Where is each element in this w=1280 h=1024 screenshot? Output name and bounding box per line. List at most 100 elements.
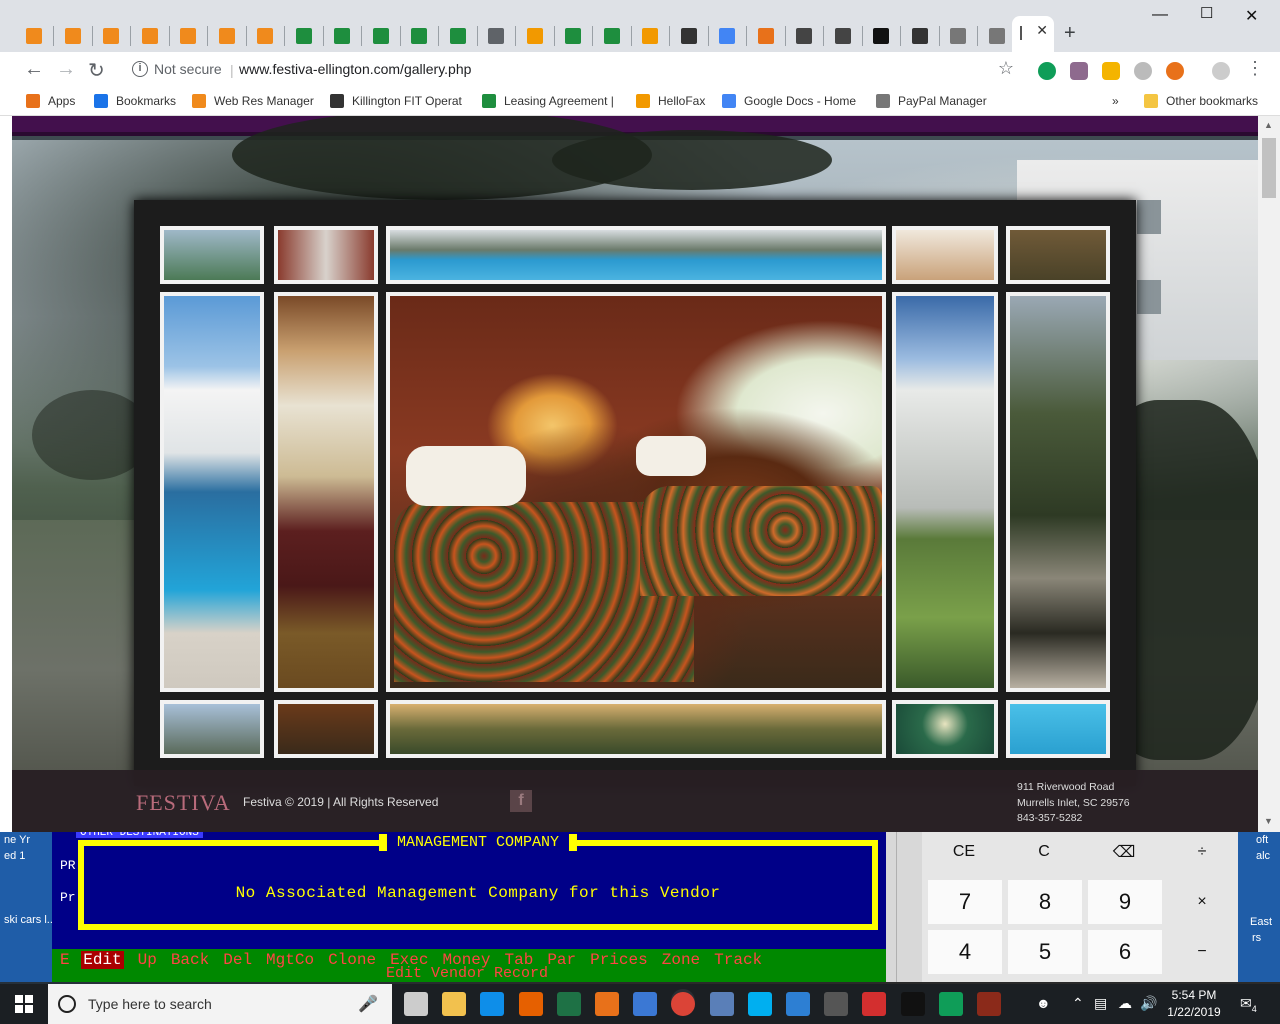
minimize-icon[interactable]: —: [1152, 6, 1168, 24]
browser-tab[interactable]: [940, 22, 976, 50]
browser-tab[interactable]: [286, 22, 322, 50]
terminal-menu-item[interactable]: Zone: [662, 951, 700, 969]
chevron-up-icon[interactable]: ⌃: [1072, 995, 1084, 1012]
bookmark-star-icon[interactable]: ☆: [998, 58, 1014, 79]
forward-icon[interactable]: →: [56, 58, 76, 81]
bookmark-item[interactable]: Bookmarks: [94, 94, 176, 108]
browser-tab[interactable]: [825, 22, 861, 50]
browser-tab[interactable]: [902, 22, 938, 50]
extension-icon[interactable]: [1166, 62, 1184, 80]
scroll-down-icon[interactable]: ▼: [1264, 816, 1273, 826]
gallery-thumbnail[interactable]: [274, 700, 378, 758]
browser-tab[interactable]: [748, 22, 784, 50]
terminal-menu-item[interactable]: Clone: [328, 951, 376, 969]
more-bookmarks[interactable]: »: [1112, 94, 1119, 108]
backspace-button[interactable]: ⌫: [1086, 830, 1162, 874]
browser-tab[interactable]: [671, 22, 707, 50]
multiply-button[interactable]: ×: [1166, 880, 1238, 924]
skype-icon[interactable]: [747, 992, 772, 1016]
app-icon[interactable]: [633, 992, 658, 1016]
gallery-thumbnail[interactable]: [160, 226, 264, 284]
start-button[interactable]: [0, 984, 48, 1024]
bookmark-item[interactable]: PayPal Manager: [876, 94, 987, 108]
gallery-thumbnail[interactable]: [160, 700, 264, 758]
other-bookmarks[interactable]: Other bookmarks: [1144, 94, 1258, 108]
new-tab-button[interactable]: +: [1064, 22, 1076, 45]
browser-tab[interactable]: [132, 22, 168, 50]
browser-tab[interactable]: [555, 22, 591, 50]
taskbar-search[interactable]: Type here to search 🎤: [48, 984, 392, 1024]
terminal-menu-item[interactable]: Up: [138, 951, 157, 969]
gallery-photo-living-room[interactable]: [274, 292, 378, 692]
maximize-icon[interactable]: ☐: [1200, 4, 1213, 22]
calculator-window[interactable]: CE C ⌫ ÷ 7 8 9 × 4 5 6 −: [922, 828, 1238, 982]
volume-icon[interactable]: 🔊: [1140, 995, 1157, 1012]
terminal-window[interactable]: OTHER DESTINATIONS PR Pr MANAGEMENT COMP…: [52, 828, 886, 982]
excel-icon[interactable]: [556, 992, 581, 1016]
terminal-menu-item[interactable]: Track: [714, 951, 762, 969]
close-tab-icon[interactable]: ✕: [1036, 22, 1048, 39]
gallery-featured-photo-bedroom[interactable]: [386, 292, 886, 692]
cmd-icon[interactable]: [900, 992, 925, 1016]
browser-tab[interactable]: [709, 22, 745, 50]
browser-tab[interactable]: [16, 22, 52, 50]
hangouts-icon[interactable]: [938, 992, 963, 1016]
extension-icon[interactable]: [1038, 62, 1056, 80]
url-text[interactable]: www.festiva-ellington.com/gallery.php: [239, 61, 471, 77]
extension-icon[interactable]: [1102, 62, 1120, 80]
page-scrollbar[interactable]: ▲ ▼: [1258, 116, 1280, 832]
browser-tab[interactable]: [93, 22, 129, 50]
chrome-icon[interactable]: [671, 992, 696, 1016]
microphone-icon[interactable]: 🎤: [358, 994, 378, 1014]
gallery-photo-fountain[interactable]: [1006, 292, 1110, 692]
browser-tab[interactable]: [401, 22, 437, 50]
gallery-photo-building-golf[interactable]: [892, 292, 998, 692]
network-icon[interactable]: ▤: [1094, 995, 1107, 1012]
browser-tab[interactable]: [517, 22, 553, 50]
terminal-menu-item[interactable]: Back: [171, 951, 209, 969]
bookmark-item[interactable]: Killington FIT Operat: [330, 94, 462, 108]
gallery-photo-pool[interactable]: [160, 292, 264, 692]
close-window-icon[interactable]: ✕: [1245, 6, 1258, 26]
back-icon[interactable]: ←: [24, 58, 44, 81]
background-window-left[interactable]: ne Yr ed 1 ski cars l...: [0, 832, 56, 982]
file-explorer-icon[interactable]: [442, 992, 467, 1016]
extension-icon[interactable]: [1070, 62, 1088, 80]
scroll-thumb[interactable]: [1262, 138, 1276, 198]
gallery-thumbnail[interactable]: [1006, 700, 1110, 758]
browser-tab[interactable]: [440, 22, 476, 50]
gallery-thumbnail[interactable]: [892, 700, 998, 758]
bookmark-item[interactable]: Leasing Agreement |: [482, 94, 614, 108]
browser-tab[interactable]: [632, 22, 668, 50]
task-view-icon[interactable]: [404, 992, 428, 1016]
terminal-menu-item[interactable]: Par: [547, 951, 576, 969]
info-icon[interactable]: i: [132, 61, 148, 77]
app-icon[interactable]: [977, 992, 1001, 1016]
clear-button[interactable]: C: [1006, 830, 1082, 874]
background-window-right[interactable]: oft alc East rs: [1238, 832, 1280, 982]
key-5[interactable]: 5: [1008, 930, 1082, 974]
festiva-logo[interactable]: FESTIVA: [136, 790, 231, 816]
profile-icon[interactable]: [1212, 62, 1230, 80]
gallery-thumbnail[interactable]: [892, 226, 998, 284]
gallery-thumbnail[interactable]: [274, 226, 378, 284]
people-icon[interactable]: ☻: [1036, 995, 1051, 1011]
gallery-thumbnail[interactable]: [386, 226, 886, 284]
address-bar[interactable]: i Not secure | www.festiva-ellington.com…: [120, 56, 1020, 84]
divide-button[interactable]: ÷: [1166, 830, 1238, 874]
key-9[interactable]: 9: [1088, 880, 1162, 924]
menu-icon[interactable]: ⋮: [1246, 58, 1264, 79]
terminal-menu-item[interactable]: Edit: [81, 951, 124, 969]
notification-icon[interactable]: ✉4: [1240, 995, 1257, 1014]
active-tab[interactable]: ✕: [1012, 16, 1054, 52]
calculator-icon[interactable]: [824, 992, 849, 1016]
firefox-icon[interactable]: [518, 992, 543, 1016]
app-icon[interactable]: [786, 992, 810, 1016]
terminal-menu-item[interactable]: MgtCo: [266, 951, 314, 969]
browser-tab[interactable]: [979, 22, 1015, 50]
terminal-icon[interactable]: [709, 992, 734, 1016]
acrobat-icon[interactable]: [862, 992, 887, 1016]
gallery-thumbnail[interactable]: [1006, 226, 1110, 284]
browser-tab[interactable]: [324, 22, 360, 50]
facebook-icon[interactable]: f: [510, 790, 532, 812]
